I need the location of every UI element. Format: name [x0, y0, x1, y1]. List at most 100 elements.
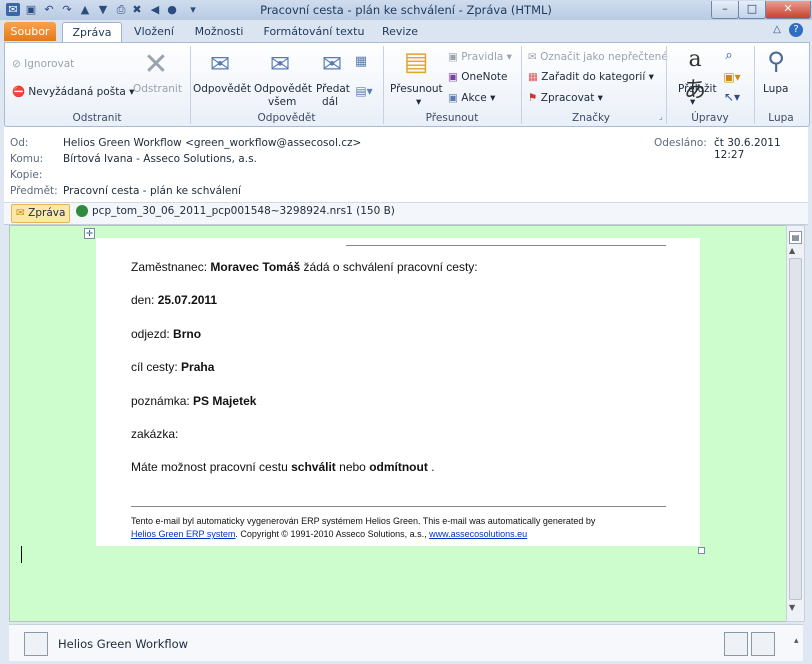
maximize-button[interactable]: □: [738, 1, 766, 19]
junk-mail-button[interactable]: ⛔ Nevyžádaná pošta ▾: [12, 85, 134, 98]
actions-icon: ▣: [448, 92, 458, 104]
departure-line: odjezd: Brno: [131, 327, 202, 341]
group-label-editing: Úpravy: [691, 112, 729, 124]
flag-icon: ⚑: [528, 92, 538, 104]
employee-name: Moravec Tomáš: [210, 260, 301, 274]
to-value[interactable]: Bírtová Ivana - Asseco Solutions, a.s.: [63, 153, 257, 165]
attachment-file[interactable]: pcp_tom_30_06_2011_pcp001548~3298924.nrs…: [92, 205, 395, 217]
date-value: 25.07.2011: [157, 293, 218, 307]
top-rule: [346, 245, 666, 246]
asseco-link[interactable]: www.assecosolutions.eu: [429, 529, 527, 539]
group-label-respond: Odpovědět: [257, 112, 316, 124]
departure-value: Brno: [173, 327, 202, 341]
destination-value: Praha: [181, 360, 215, 374]
note-line: poznámka: PS Majetek: [131, 394, 257, 408]
subject-value: Pracovní cesta - plán ke schválení: [63, 185, 241, 197]
subject-label: Předmět:: [10, 185, 58, 197]
note-value: PS Majetek: [193, 394, 257, 408]
move-folder-icon[interactable]: ▤: [400, 47, 432, 77]
related-icon[interactable]: ▣▾: [720, 70, 744, 84]
minimize-button[interactable]: –: [711, 1, 739, 19]
tab-format-text[interactable]: Formátování textu: [258, 22, 370, 41]
reply-all-button-line2[interactable]: všem: [268, 96, 296, 108]
tab-options[interactable]: Možnosti: [186, 22, 252, 41]
ignore-button[interactable]: ⊘ Ignorovat: [12, 58, 74, 70]
categorize-icon: ▦: [528, 71, 538, 83]
tab-review[interactable]: Revize: [374, 22, 426, 41]
page-view-icon[interactable]: ▤: [789, 231, 802, 244]
help-icon[interactable]: ?: [789, 23, 803, 37]
translate-button[interactable]: Přeložit: [678, 83, 717, 95]
tab-message[interactable]: Zpráva: [62, 22, 122, 43]
employee-line: Zaměstnanec: Moravec Tomáš žádá o schvál…: [131, 260, 478, 274]
people-pane-name: Helios Green Workflow: [58, 637, 189, 651]
footer-text-line1: Tento e-mail byl automaticky vygenerován…: [131, 516, 596, 526]
order-line: zakázka:: [131, 427, 179, 441]
junk-icon: ⛔: [12, 86, 26, 98]
forward-icon[interactable]: ✉: [316, 50, 348, 78]
tab-file[interactable]: Soubor: [4, 22, 56, 41]
expand-people-pane-icon[interactable]: ▴: [794, 636, 799, 646]
move-dropdown-icon[interactable]: ▾: [416, 96, 421, 108]
onenote-button[interactable]: ▣ OneNote: [448, 71, 508, 83]
mark-unread-button[interactable]: ✉ Označit jako nepřečtené: [528, 51, 668, 63]
cc-label: Kopie:: [10, 169, 43, 181]
group-label-delete: Odstranit: [72, 112, 122, 124]
text-cursor: [21, 546, 22, 563]
table-resize-handle[interactable]: [698, 547, 705, 554]
select-icon[interactable]: ↖▾: [720, 90, 744, 104]
onenote-icon: ▣: [448, 71, 458, 83]
contact-avatar-icon[interactable]: [24, 632, 48, 656]
actions-button[interactable]: ▣ Akce ▾: [448, 92, 495, 104]
group-label-tags: Značky: [572, 112, 610, 124]
reply-all-button-line1[interactable]: Odpovědět: [254, 83, 312, 95]
dialog-launcher-icon[interactable]: ⌟: [659, 112, 663, 121]
rules-button[interactable]: ▣ Pravidla ▾: [448, 51, 512, 63]
destination-line: cíl cesty: Praha: [131, 360, 215, 374]
sent-label: Odesláno:: [654, 137, 707, 149]
move-button[interactable]: Přesunout: [390, 83, 443, 95]
people-avatar-icon[interactable]: [751, 632, 775, 656]
reply-all-icon[interactable]: ✉: [264, 50, 296, 78]
forward-button-line2[interactable]: dál: [322, 96, 338, 108]
forward-button-line1[interactable]: Předat: [316, 83, 350, 95]
helios-link[interactable]: Helios Green ERP system: [131, 529, 235, 539]
people-avatar-icon[interactable]: [724, 632, 748, 656]
envelope-icon: ✉: [16, 207, 25, 219]
group-label-move: Přesunout: [425, 112, 479, 124]
more-respond-icon[interactable]: ▤▾: [353, 84, 375, 98]
rules-icon: ▣: [448, 51, 458, 63]
close-button[interactable]: ✕: [765, 1, 811, 19]
scroll-up-arrow[interactable]: ▲: [789, 246, 795, 255]
from-value[interactable]: Helios Green Workflow <green_workflow@as…: [63, 137, 361, 149]
message-view-tab[interactable]: ✉ Zpráva: [11, 204, 71, 223]
zoom-button[interactable]: Lupa: [763, 83, 788, 95]
ignore-icon: ⊘: [12, 58, 21, 70]
reject-link[interactable]: odmítnout: [369, 460, 428, 474]
to-label: Komu:: [10, 153, 44, 165]
footer-text-line2: Helios Green ERP system. Copyright © 199…: [131, 529, 528, 539]
scrollbar-thumb[interactable]: [789, 258, 802, 600]
minimize-ribbon-icon[interactable]: △: [770, 24, 784, 38]
action-line: Máte možnost pracovní cestu schválit neb…: [131, 460, 435, 474]
message-content-table: [96, 238, 700, 546]
categorize-button[interactable]: ▦ Zařadit do kategorií ▾: [528, 71, 654, 83]
mark-unread-icon: ✉: [528, 51, 537, 63]
translate-dropdown-icon[interactable]: ▾: [690, 96, 695, 108]
meeting-icon[interactable]: ▦: [353, 54, 369, 69]
attachment-file-icon: [76, 205, 88, 217]
reply-icon[interactable]: ✉: [204, 50, 236, 78]
sent-value: čt 30.6.2011 12:27: [714, 137, 781, 161]
table-move-handle-icon[interactable]: ✛: [84, 228, 95, 239]
footer-rule: [131, 506, 666, 507]
follow-up-button[interactable]: ⚑ Zpracovat ▾: [528, 92, 603, 104]
find-icon[interactable]: ⌕: [720, 48, 738, 63]
approve-link[interactable]: schválit: [291, 460, 336, 474]
delete-button-label[interactable]: Odstranit: [133, 83, 182, 95]
reply-button[interactable]: Odpovědět: [193, 83, 251, 95]
scroll-down-icon[interactable]: ▼: [789, 603, 795, 612]
zoom-magnifier-icon[interactable]: ⚲: [762, 47, 790, 75]
delete-x-icon[interactable]: ✕: [138, 49, 174, 81]
tab-insert[interactable]: Vložení: [124, 22, 184, 41]
date-line: den: 25.07.2011: [131, 293, 218, 307]
